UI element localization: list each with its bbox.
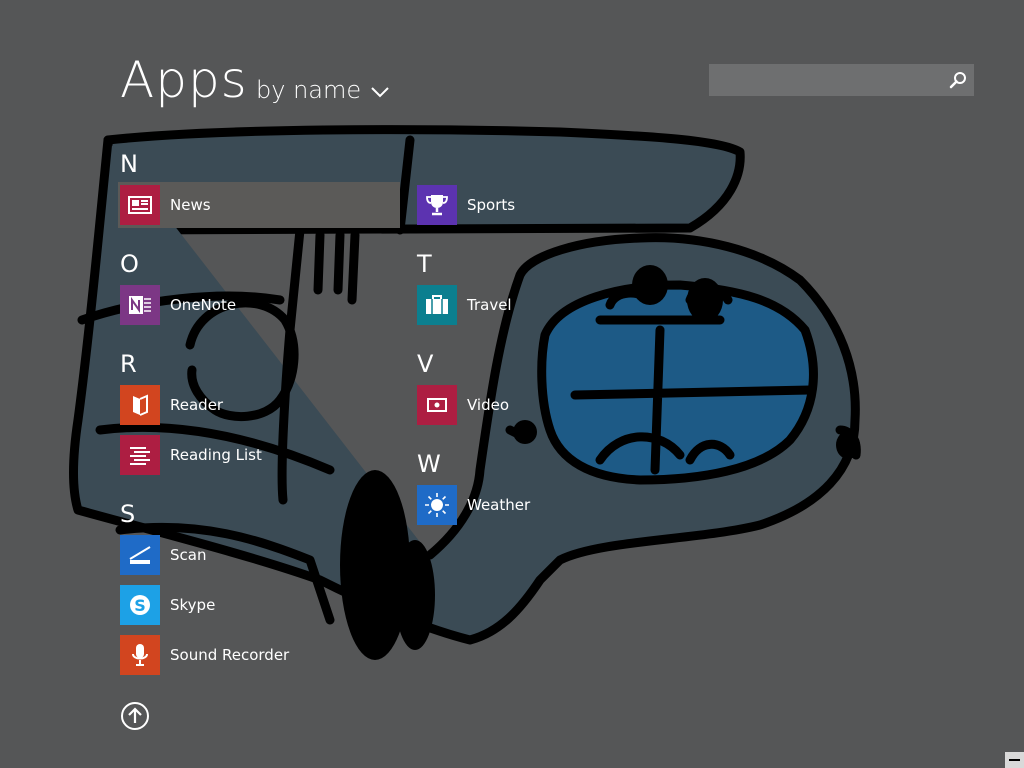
trophy-icon [417, 185, 457, 225]
app-label: Skype [170, 596, 216, 614]
app-label: Travel [467, 296, 512, 314]
app-label: News [170, 196, 211, 214]
group-header-t[interactable]: T [417, 250, 432, 278]
app-label: Reading List [170, 446, 262, 464]
app-tile-sound-recorder[interactable]: Sound Recorder [118, 632, 400, 678]
page-title: Apps [120, 51, 248, 109]
app-tile-onenote[interactable]: OneNote [118, 282, 400, 328]
sun-icon [417, 485, 457, 525]
app-label: Weather [467, 496, 531, 514]
app-label: OneNote [170, 296, 237, 314]
search-input[interactable] [709, 64, 950, 96]
zoom-out-button[interactable] [1005, 752, 1024, 768]
reader-icon [120, 385, 160, 425]
news-icon [120, 185, 160, 225]
scan-icon [120, 535, 160, 575]
group-header-v[interactable]: V [417, 350, 433, 378]
group-header-r[interactable]: R [120, 350, 137, 378]
sort-by-dropdown[interactable]: by name [256, 74, 389, 106]
group-header-w[interactable]: W [417, 450, 441, 478]
svg-text:S: S [134, 596, 146, 615]
app-tile-scan[interactable]: Scan [118, 532, 400, 578]
app-label: Sound Recorder [170, 646, 290, 664]
app-label: Video [467, 396, 510, 414]
suitcase-icon [417, 285, 457, 325]
app-tile-weather[interactable]: Weather [415, 482, 697, 528]
skype-icon: S [120, 585, 160, 625]
chevron-down-icon [371, 87, 389, 98]
app-label: Scan [170, 546, 207, 564]
app-tile-travel[interactable]: Travel [415, 282, 697, 328]
reading-list-icon [120, 435, 160, 475]
app-tile-skype[interactable]: S Skype [118, 582, 400, 628]
microphone-icon [120, 635, 160, 675]
app-tile-news[interactable]: News [118, 182, 400, 228]
app-tile-reader[interactable]: Reader [118, 382, 400, 428]
app-tile-video[interactable]: Video [415, 382, 697, 428]
onenote-icon [120, 285, 160, 325]
app-tile-reading-list[interactable]: Reading List [118, 432, 400, 478]
search-icon[interactable] [948, 70, 968, 90]
sort-label: by name [256, 76, 362, 104]
group-header-n[interactable]: N [120, 150, 138, 178]
search-box[interactable] [709, 64, 974, 96]
app-label: Reader [170, 396, 224, 414]
arrow-up-circle-icon[interactable] [120, 701, 150, 731]
app-label: Sports [467, 196, 516, 214]
group-header-s[interactable]: S [120, 500, 135, 528]
group-header-o[interactable]: O [120, 250, 139, 278]
app-tile-sports[interactable]: Sports [415, 182, 697, 228]
video-icon [417, 385, 457, 425]
